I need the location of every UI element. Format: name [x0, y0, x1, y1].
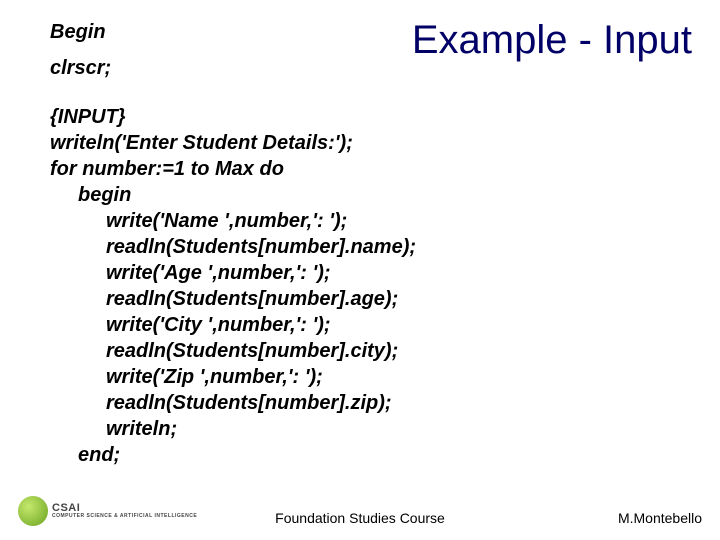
code-line: end; [50, 442, 696, 468]
brain-icon [18, 496, 48, 526]
code-line: write('Age ',number,': '); [50, 260, 696, 286]
logo-text-wrap: CSAI COMPUTER SCIENCE & ARTIFICIAL INTEL… [52, 503, 197, 519]
code-line: {INPUT} [50, 104, 696, 130]
code-line: writeln; [50, 416, 696, 442]
footer-right: M.Montebello [618, 510, 702, 526]
footer-center: Foundation Studies Course [275, 510, 445, 526]
code-line: readln(Students[number].name); [50, 234, 696, 260]
code-line: readln(Students[number].zip); [50, 390, 696, 416]
code-line: write('Name ',number,': '); [50, 208, 696, 234]
code-line: for number:=1 to Max do [50, 156, 696, 182]
logo: CSAI COMPUTER SCIENCE & ARTIFICIAL INTEL… [18, 496, 197, 526]
logo-sub: COMPUTER SCIENCE & ARTIFICIAL INTELLIGEN… [52, 514, 197, 519]
slide: Example - Input Begin clrscr; {INPUT} wr… [0, 0, 720, 540]
code-line: writeln('Enter Student Details:'); [50, 130, 696, 156]
code-line: begin [50, 182, 696, 208]
code-line: readln(Students[number].age); [50, 286, 696, 312]
code-line: readln(Students[number].city); [50, 338, 696, 364]
code-block: {INPUT} writeln('Enter Student Details:'… [50, 104, 696, 468]
slide-title: Example - Input [412, 18, 692, 63]
code-line: write('City ',number,': '); [50, 312, 696, 338]
code-line: write('Zip ',number,': '); [50, 364, 696, 390]
